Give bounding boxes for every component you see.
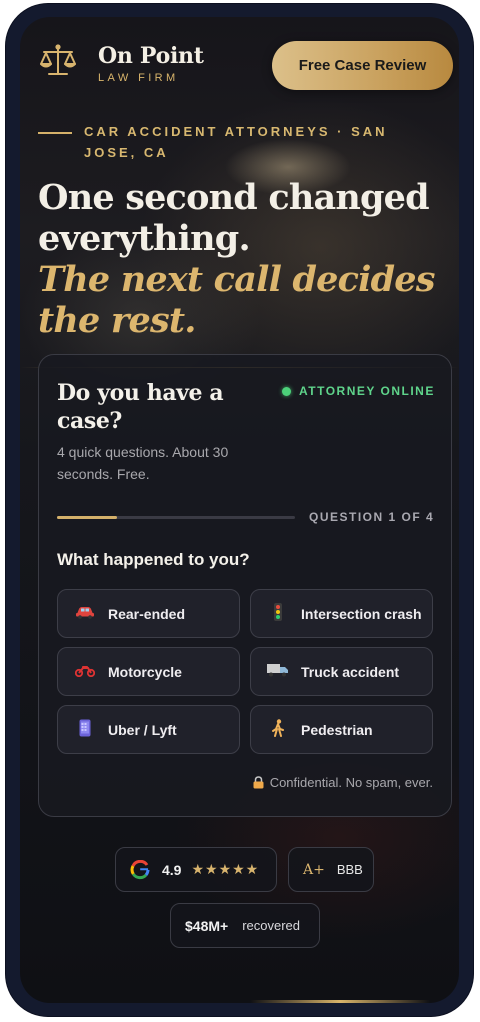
bbb-badge: A+ BBB — [288, 847, 374, 892]
option-pedestrian[interactable]: Pedestrian — [250, 705, 433, 754]
case-intake-card: Do you have a case? ATTORNEY ONLINE 4 qu… — [38, 354, 452, 817]
card-title: Do you have a case? — [57, 380, 224, 434]
progress-label: QUESTION 1 OF 4 — [309, 510, 435, 524]
motorcycle-icon — [74, 663, 96, 680]
online-dot-icon — [282, 386, 291, 396]
option-label: Truck accident — [301, 663, 400, 680]
google-rating-badge: 4.9 ★★★★★ — [115, 847, 277, 892]
bbb-label: BBB — [336, 862, 363, 877]
eyebrow-text: CAR ACCIDENT ATTORNEYS · SAN JOSE, CA — [84, 124, 388, 160]
confidential-note: Confidential. No spam, ever. — [253, 775, 433, 790]
option-label: Rear-ended — [108, 605, 186, 622]
option-label: Uber / Lyft — [108, 721, 177, 738]
google-icon — [130, 859, 150, 879]
status-text: ATTORNEY ONLINE — [299, 384, 435, 398]
progress-fill — [57, 516, 117, 519]
phone-icon — [74, 719, 96, 740]
lock-icon — [253, 776, 264, 789]
google-rating: 4.9 — [162, 861, 182, 878]
option-truck-accident[interactable]: Truck accident — [250, 647, 433, 696]
option-intersection-crash[interactable]: Intersection crash — [250, 589, 433, 638]
traffic-light-icon — [267, 603, 289, 624]
option-label: Pedestrian — [301, 721, 373, 738]
free-case-review-button[interactable]: Free Case Review — [272, 41, 453, 90]
option-motorcycle[interactable]: Motorcycle — [57, 647, 240, 696]
brand-name: On Point — [98, 43, 204, 69]
star-rating-icon: ★★★★★ — [191, 861, 260, 877]
option-label: Intersection crash — [301, 605, 422, 622]
brand-subtitle: LAW FIRM — [98, 72, 179, 84]
status-badge: ATTORNEY ONLINE — [282, 384, 435, 398]
card-subtitle: 4 quick questions. About 30 seconds. Fre… — [57, 444, 229, 482]
page-title-accent: The next call decides the rest. — [38, 259, 435, 341]
option-label: Motorcycle — [108, 663, 182, 680]
car-icon — [74, 605, 96, 622]
scales-of-justice-icon — [40, 44, 76, 75]
recovered-badge: $48M+ recovered — [170, 903, 320, 948]
pedestrian-icon — [267, 719, 289, 740]
option-rear-ended[interactable]: Rear-ended — [57, 589, 240, 638]
confidential-text: Confidential. No spam, ever. — [269, 775, 433, 790]
option-uber-lyft[interactable]: Uber / Lyft — [57, 705, 240, 754]
truck-icon — [267, 663, 289, 680]
phone-frame: On Point LAW FIRM Free Case Review CAR A… — [6, 4, 473, 1016]
question-text: What happened to you? — [57, 550, 250, 569]
eyebrow-rule — [38, 132, 72, 134]
screen: On Point LAW FIRM Free Case Review CAR A… — [20, 17, 459, 1003]
page-title: One second changed everything. — [38, 177, 430, 259]
recovered-label: recovered — [242, 918, 301, 933]
progress-bar — [57, 516, 295, 519]
recovered-amount: $48M+ — [185, 917, 229, 934]
bottom-glow — [250, 1000, 430, 1003]
bbb-grade: A+ — [303, 861, 325, 878]
